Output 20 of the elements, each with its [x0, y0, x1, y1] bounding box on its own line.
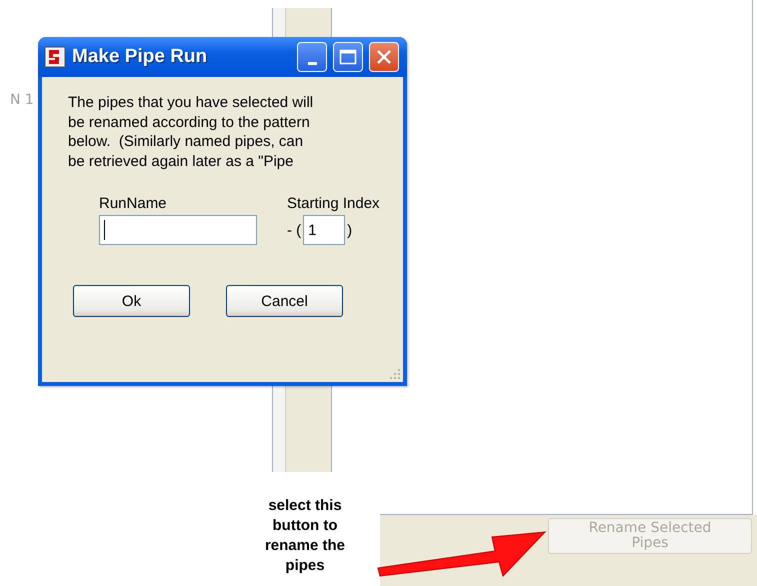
app-icon: [44, 46, 66, 68]
maximize-button[interactable]: [333, 42, 363, 72]
annotation-text: select this button to rename the pipes: [264, 496, 346, 576]
instructions-text: The pipes that you have selected will be renamed according to the pattern below. (Similarly named pipes, can be retrieved again later as a "Pipe: [68, 93, 314, 172]
index-suffix: ): [347, 222, 352, 238]
field-label: Starting Index: [287, 195, 381, 212]
close-icon: [376, 49, 392, 65]
field-label: RunName: [99, 195, 168, 212]
dialog-button[interactable]: Cancel: [226, 285, 343, 317]
resize-grip-icon[interactable]: [389, 368, 401, 380]
index-prefix: - (: [287, 222, 302, 238]
run-name-field[interactable]: [99, 215, 257, 245]
minimize-button[interactable]: [297, 42, 327, 72]
window-title: Make Pipe Run: [72, 46, 208, 68]
starting-index-field[interactable]: 1: [303, 215, 346, 245]
maximize-icon: [339, 49, 357, 65]
close-button[interactable]: [369, 42, 399, 72]
minimize-icon: [308, 62, 316, 64]
node-label: N 1: [10, 92, 34, 108]
dialog-button[interactable]: Ok: [73, 285, 190, 317]
